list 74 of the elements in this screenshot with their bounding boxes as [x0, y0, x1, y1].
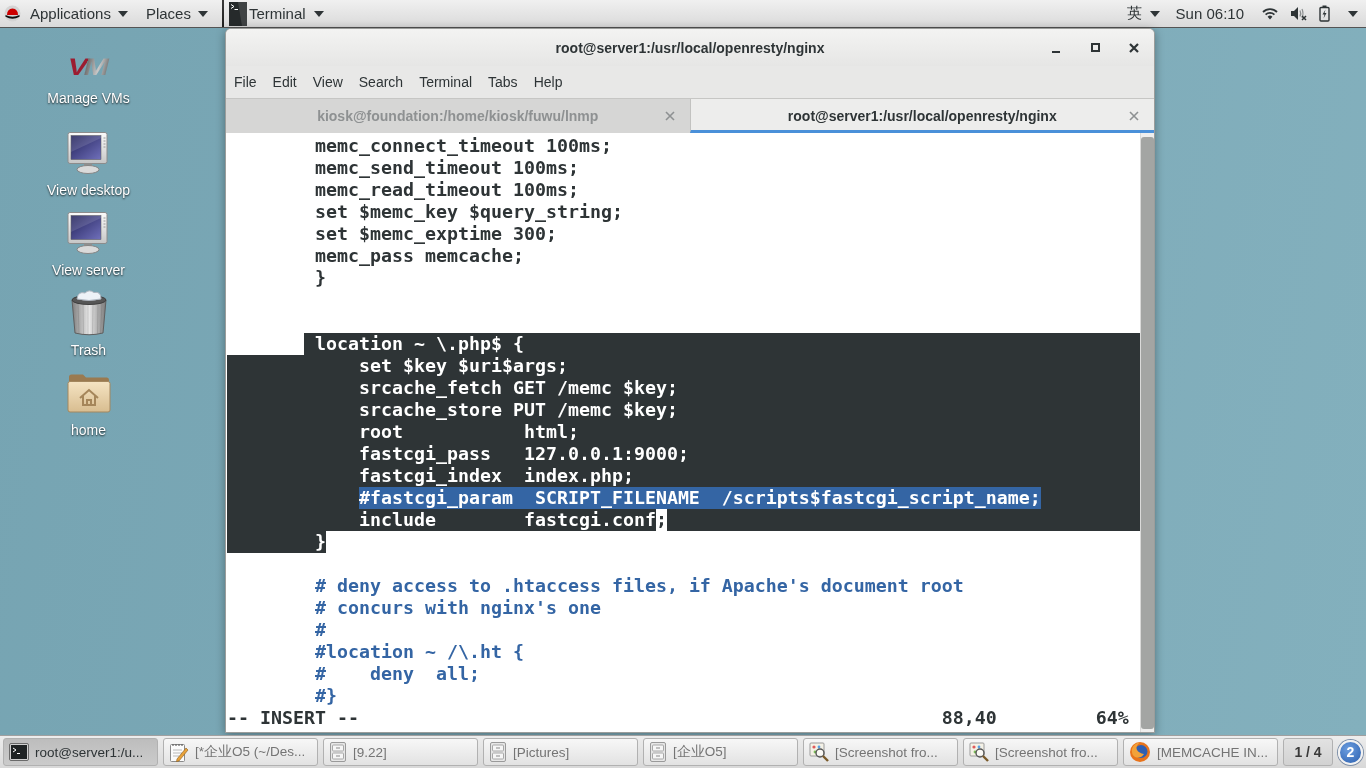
code-line: include fastcgi.conf: [358, 509, 656, 531]
taskbar-window-button[interactable]: [Screenshot fro...: [963, 738, 1118, 766]
menu-item[interactable]: View: [304, 68, 351, 96]
window-title: root@server1:/usr/local/openresty/nginx: [555, 39, 825, 56]
code-line: memc_connect_timeout 100ms;: [315, 135, 612, 157]
code-line: set $memc_key $query_string;: [315, 201, 623, 223]
maximize-icon: [1090, 43, 1100, 52]
clock-button[interactable]: Sun 06:10: [1169, 0, 1258, 27]
code-line: #location ~ /\.ht {: [315, 641, 524, 663]
code-line: memc_read_timeout 100ms;: [315, 179, 579, 201]
panel-menu-button[interactable]: Applications: [2, 0, 136, 27]
code-line: root html;: [358, 421, 579, 443]
tab[interactable]: root@server1:/usr/local/openresty/nginx: [689, 99, 1154, 133]
code-line: fastcgi_pass 127.0.0.1:9000;: [358, 443, 689, 465]
code-line: # concurs with nginx's one: [315, 597, 601, 619]
caret-icon: [1348, 10, 1358, 17]
image-magnifier-icon: [969, 742, 989, 762]
taskbar-window-button[interactable]: root@server1:/u...: [3, 738, 158, 766]
caret-icon: [197, 10, 208, 17]
panel-menu-button[interactable]: Places: [135, 0, 216, 27]
taskbar-window-button[interactable]: [MEMCACHE IN...: [1123, 738, 1278, 766]
caret-icon: [313, 10, 324, 17]
code-line: set $memc_exptime 300;: [315, 223, 557, 245]
monitor-icon[interactable]: [66, 212, 111, 254]
battery-charging-icon: [1319, 5, 1330, 22]
monitor-icon[interactable]: [66, 132, 111, 174]
taskbar-window-button[interactable]: [9.22]: [323, 738, 478, 766]
taskbar-window-button[interactable]: [Pictures]: [483, 738, 638, 766]
menu-item[interactable]: Search: [350, 68, 412, 96]
minimize-icon: [1052, 50, 1060, 53]
close-icon[interactable]: [1129, 110, 1139, 121]
scroll-percent: 64%: [1095, 707, 1129, 729]
caret-icon: [117, 10, 128, 17]
code-line: srcache_fetch GET /memc $key;: [358, 377, 678, 399]
swirl-globe-icon: [1129, 741, 1151, 763]
code-line: }: [315, 531, 326, 553]
code-line: #: [315, 619, 326, 641]
code-line: # deny all;: [315, 663, 480, 685]
code-line: fastcgi_index index.php;: [358, 465, 634, 487]
app-menu-button[interactable]: Terminal: [226, 0, 332, 27]
menu-item[interactable]: File: [226, 68, 265, 96]
close-icon: [1129, 42, 1139, 53]
taskbar-window-button[interactable]: [Screenshot fro...: [803, 738, 958, 766]
file-cabinet-icon: [329, 742, 347, 762]
code-line: set $key $uri$args;: [358, 355, 568, 377]
editor-mode: -- INSERT --: [227, 707, 359, 729]
image-magnifier-icon: [809, 742, 829, 762]
code-line: }: [315, 267, 326, 289]
wifi-icon: [1262, 7, 1278, 20]
caret-icon: [1149, 10, 1160, 17]
notepad-pencil-icon: [169, 742, 189, 762]
code-line: srcache_store PUT /memc $key;: [358, 399, 678, 421]
code-line: memc_pass memcache;: [315, 245, 524, 267]
menu-item[interactable]: Terminal: [411, 68, 481, 96]
menu-item[interactable]: Tabs: [480, 68, 526, 96]
taskbar-window-button[interactable]: [*企业O5 (~/Des...: [163, 738, 318, 766]
file-cabinet-icon: [489, 742, 507, 762]
menu-item[interactable]: Edit: [264, 68, 305, 96]
home-folder-icon[interactable]: [66, 373, 111, 413]
taskbar-window-button[interactable]: [企业O5]: [643, 738, 798, 766]
file-cabinet-icon: [649, 742, 667, 762]
code-line: # deny access to .htaccess files, if Apache's document root: [315, 575, 964, 597]
volume-muted-icon: [1290, 6, 1307, 21]
code-line: memc_send_timeout 100ms;: [315, 157, 579, 179]
cursor-position: 88,40: [941, 707, 997, 729]
text-cursor: ;: [655, 509, 667, 531]
code-line: location ~ \.php$ {: [315, 333, 524, 355]
workspace-switcher[interactable]: 1 / 4: [1283, 738, 1333, 766]
menu-item[interactable]: Help: [525, 68, 571, 96]
terminal-icon: [228, 1, 247, 26]
code-line: #}: [315, 685, 337, 707]
hat-logo-icon: [4, 5, 21, 22]
terminal-icon: [9, 743, 29, 761]
input-method-button[interactable]: 英: [1118, 0, 1170, 27]
